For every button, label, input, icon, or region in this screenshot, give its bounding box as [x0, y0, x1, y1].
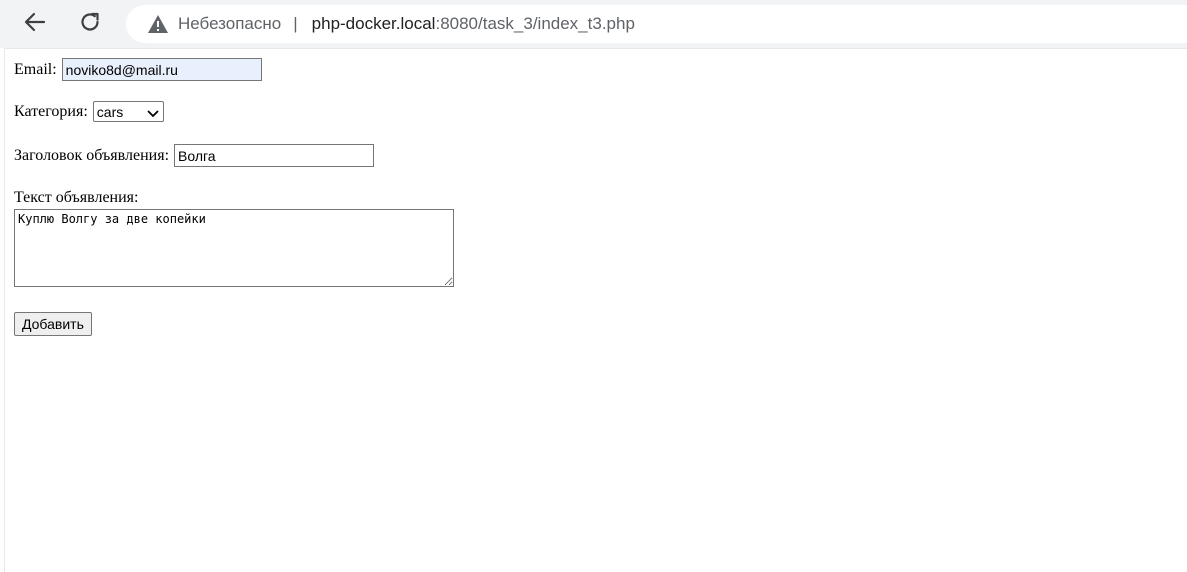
reload-button[interactable] — [72, 6, 108, 42]
reload-icon — [79, 11, 101, 38]
category-row: Категория: cars — [14, 101, 164, 122]
title-row: Заголовок объявления: — [14, 144, 375, 167]
add-button[interactable]: Добавить — [14, 312, 92, 336]
category-label: Категория: — [14, 102, 88, 120]
url-path: :8080/task_3/index_t3.php — [435, 14, 635, 33]
ad-text-label: Текст объявления: — [14, 189, 139, 206]
email-label: Email: — [14, 60, 57, 78]
security-status-label[interactable]: Небезопасно — [178, 14, 281, 34]
title-field[interactable] — [174, 144, 375, 167]
browser-toolbar: Небезопасно | php-docker.local :8080/tas… — [0, 0, 1187, 48]
address-bar[interactable]: Небезопасно | php-docker.local :8080/tas… — [126, 5, 1187, 43]
page-content: Email: Категория: cars Заголовок объявле… — [4, 48, 1187, 572]
email-field[interactable] — [61, 58, 262, 81]
back-button[interactable] — [17, 6, 53, 42]
arrow-left-icon — [24, 12, 46, 37]
url-host: php-docker.local — [311, 14, 436, 33]
warning-triangle-icon[interactable] — [147, 14, 169, 34]
title-label: Заголовок объявления: — [14, 146, 170, 164]
text-label-row: Текст объявления: — [14, 189, 138, 207]
category-selected-value: cars — [96, 103, 124, 120]
category-select[interactable]: cars — [92, 101, 164, 122]
chevron-down-icon — [147, 106, 159, 117]
url-separator: | — [293, 14, 298, 33]
email-row: Email: — [14, 58, 262, 81]
ad-text-area[interactable]: Куплю Волгу за две копейки — [14, 209, 454, 287]
